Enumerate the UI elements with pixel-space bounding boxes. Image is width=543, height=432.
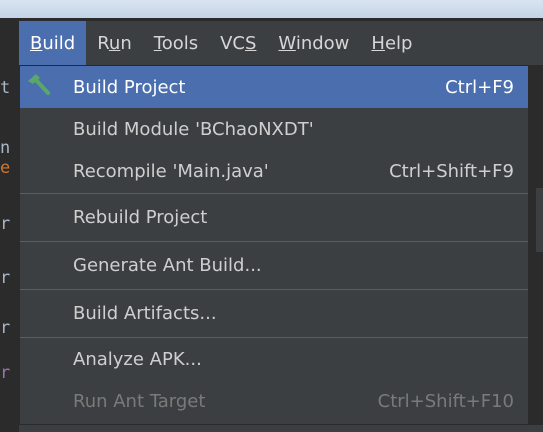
editor-text-fragment: r bbox=[0, 268, 11, 288]
menu-item-label: Recompile 'Main.java' bbox=[73, 160, 269, 182]
build-dropdown-menu: Build Project Ctrl+F9 Build Module 'BCha… bbox=[19, 65, 529, 425]
menu-window[interactable]: Window bbox=[267, 21, 360, 65]
menu-item-analyze-apk[interactable]: Analyze APK... bbox=[20, 338, 528, 380]
menu-tools[interactable]: Tools bbox=[143, 21, 209, 65]
editor-right-fragment bbox=[536, 188, 543, 252]
window-bottom-strip bbox=[19, 425, 543, 432]
menu-item-label: Rebuild Project bbox=[73, 206, 208, 228]
menu-run[interactable]: Run bbox=[86, 21, 143, 65]
menu-item-label: Build Artifacts... bbox=[73, 302, 217, 324]
menu-help-label: Help bbox=[371, 32, 413, 54]
menu-item-shortcut: Ctrl+F9 bbox=[445, 76, 514, 98]
menu-build[interactable]: Build bbox=[19, 21, 87, 65]
menu-bar: Build Run Tools VCS Window Help bbox=[19, 21, 543, 65]
menu-item-build-module[interactable]: Build Module 'BChaoNXDT' bbox=[20, 108, 528, 150]
menu-item-build-artifacts[interactable]: Build Artifacts... bbox=[20, 290, 528, 336]
menu-build-label: Build bbox=[30, 32, 76, 54]
editor-text-fragment: r bbox=[0, 363, 11, 383]
menu-item-rebuild-project[interactable]: Rebuild Project bbox=[20, 194, 528, 240]
menu-item-label: Run Ant Target bbox=[73, 390, 206, 412]
editor-text-fragment: t bbox=[0, 78, 11, 98]
hammer-icon bbox=[28, 74, 50, 95]
menu-vcs-label: VCS bbox=[220, 32, 257, 54]
menu-item-generate-ant-build[interactable]: Generate Ant Build... bbox=[20, 242, 528, 288]
window-title-bar bbox=[0, 0, 543, 18]
editor-text-fragment: r bbox=[0, 318, 11, 338]
menu-tools-label: Tools bbox=[153, 32, 199, 54]
menu-item-shortcut: Ctrl+Shift+F9 bbox=[389, 160, 514, 182]
menu-item-run-ant-target: Run Ant Target Ctrl+Shift+F10 bbox=[20, 380, 528, 422]
menu-help[interactable]: Help bbox=[360, 21, 423, 65]
menu-run-label: Run bbox=[97, 32, 132, 54]
menu-vcs[interactable]: VCS bbox=[209, 21, 267, 65]
menu-item-label: Analyze APK... bbox=[73, 348, 202, 370]
menu-item-recompile[interactable]: Recompile 'Main.java' Ctrl+Shift+F9 bbox=[20, 150, 528, 192]
editor-text-fragment: r bbox=[0, 214, 11, 234]
menu-item-label: Generate Ant Build... bbox=[73, 254, 262, 276]
menu-item-shortcut: Ctrl+Shift+F10 bbox=[377, 390, 514, 412]
menu-item-build-project[interactable]: Build Project Ctrl+F9 bbox=[20, 66, 528, 108]
menu-window-label: Window bbox=[278, 32, 350, 54]
menu-item-label: Build Project bbox=[73, 76, 186, 98]
editor-text-fragment: n bbox=[0, 138, 11, 158]
editor-text-fragment: e bbox=[0, 158, 11, 178]
menu-item-label: Build Module 'BChaoNXDT' bbox=[73, 118, 314, 140]
